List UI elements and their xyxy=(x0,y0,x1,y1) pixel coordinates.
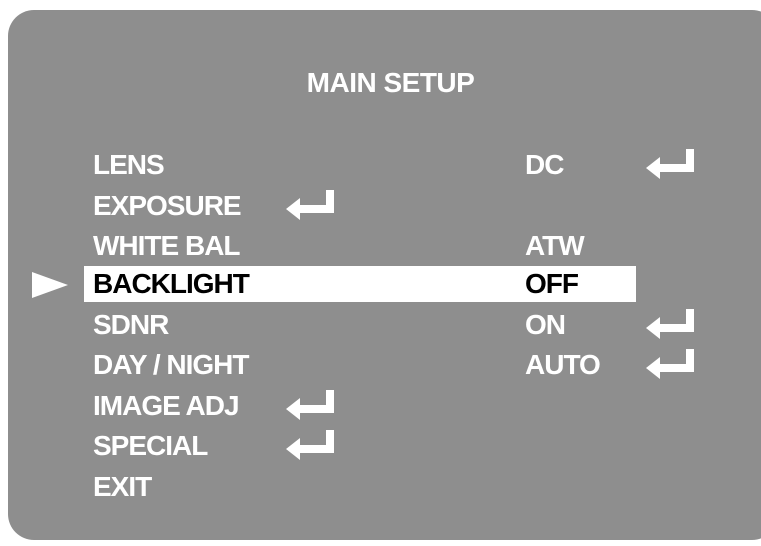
menu-item-value: ON xyxy=(525,309,566,340)
enter-arrow-icon[interactable] xyxy=(646,309,698,339)
menu-item-label: LENS xyxy=(93,149,165,180)
menu-item-label: WHITE BAL xyxy=(93,230,241,261)
menu-item-special[interactable]: SPECIAL xyxy=(0,426,761,466)
menu-item-exposure[interactable]: EXPOSURE xyxy=(0,186,761,226)
menu-item-label: SDNR xyxy=(93,309,169,340)
menu-item-label: IMAGE ADJ xyxy=(93,390,240,421)
menu-item-day-night[interactable]: DAY / NIGHT AUTO xyxy=(0,345,761,385)
menu-item-value: AUTO xyxy=(525,349,601,380)
enter-arrow-icon[interactable] xyxy=(286,430,338,460)
menu-item-label: SPECIAL xyxy=(93,430,208,461)
menu-item-label: EXPOSURE xyxy=(93,190,242,221)
menu-item-backlight[interactable]: BACKLIGHT OFF xyxy=(0,264,761,304)
selection-pointer-icon xyxy=(32,272,68,298)
menu-item-label: BACKLIGHT xyxy=(93,268,250,299)
enter-arrow-icon[interactable] xyxy=(646,349,698,379)
menu-item-label: EXIT xyxy=(93,471,152,502)
menu-title: MAIN SETUP xyxy=(306,67,475,98)
enter-arrow-icon[interactable] xyxy=(646,149,698,179)
menu-item-lens[interactable]: LENS DC xyxy=(0,145,761,185)
enter-arrow-icon[interactable] xyxy=(286,190,338,220)
menu-item-sdnr[interactable]: SDNR ON xyxy=(0,305,761,345)
menu-item-white-bal[interactable]: WHITE BAL ATW xyxy=(0,226,761,266)
menu-item-exit[interactable]: EXIT xyxy=(0,467,761,507)
enter-arrow-icon[interactable] xyxy=(286,390,338,420)
menu-item-value: ATW xyxy=(525,230,585,261)
menu-item-image-adj[interactable]: IMAGE ADJ xyxy=(0,386,761,426)
menu-item-value: DC xyxy=(525,149,564,180)
menu-item-value: OFF xyxy=(525,268,579,299)
menu-item-label: DAY / NIGHT xyxy=(93,349,249,380)
